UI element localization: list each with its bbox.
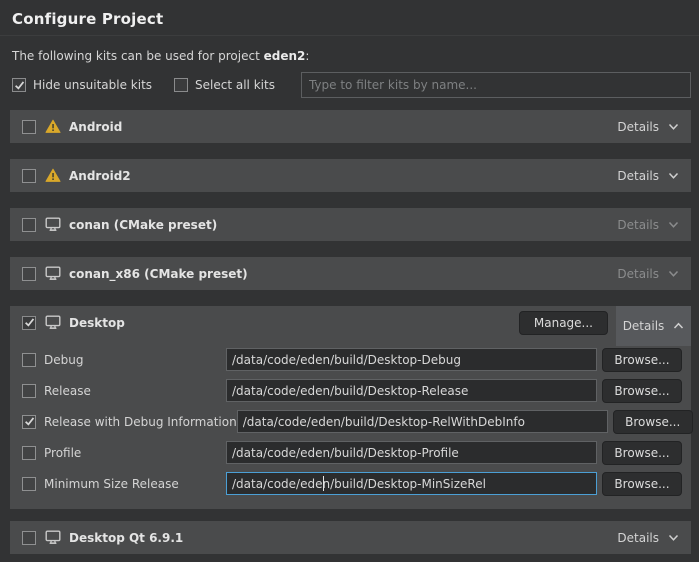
kit-name: conan_x86 (CMake preset) xyxy=(69,267,248,281)
kit-filter-controls: Hide unsuitable kits Select all kits xyxy=(12,72,691,98)
details-button[interactable]: Details xyxy=(615,531,681,545)
chevron-up-icon xyxy=(673,322,684,330)
project-name: eden2 xyxy=(264,49,306,63)
config-checkbox[interactable] xyxy=(22,384,36,398)
hide-unsuitable-kits-checkbox-group[interactable]: Hide unsuitable kits xyxy=(12,78,152,92)
details-label: Details xyxy=(617,169,659,183)
build-dir-input-minsizerel[interactable] xyxy=(226,472,597,495)
header-section: Configure Project The following kits can… xyxy=(0,0,699,98)
details-label: Details xyxy=(617,531,659,545)
kit-group-desktop: Desktop Manage... Details Debug Browse..… xyxy=(10,306,691,509)
kit-row-android2: Android2 Details xyxy=(10,159,691,192)
kit-name: conan (CMake preset) xyxy=(69,218,217,232)
config-label: Debug xyxy=(44,353,83,367)
build-dir-input-debug[interactable] xyxy=(226,348,597,371)
kit-checkbox[interactable] xyxy=(22,218,36,232)
details-button[interactable]: Details xyxy=(615,169,681,183)
browse-button[interactable]: Browse... xyxy=(602,441,682,465)
details-button[interactable]: Details xyxy=(615,120,681,134)
chevron-down-icon xyxy=(668,123,679,131)
details-label: Details xyxy=(617,218,659,232)
config-checkbox[interactable] xyxy=(22,415,36,429)
build-config-row-debug: Debug Browse... xyxy=(22,348,682,371)
config-label: Release xyxy=(44,384,91,398)
kit-checkbox[interactable] xyxy=(22,531,36,545)
kit-name: Desktop Qt 6.9.1 xyxy=(69,531,183,545)
kit-name: Desktop xyxy=(69,316,125,330)
desktop-icon xyxy=(45,217,61,232)
details-button[interactable]: Details xyxy=(615,267,681,281)
kit-row-conan: conan (CMake preset) Details xyxy=(10,208,691,241)
kit-row-conan-x86: conan_x86 (CMake preset) Details xyxy=(10,257,691,290)
build-config-row-minsizerel: Minimum Size Release Browse... xyxy=(22,472,682,495)
browse-button[interactable]: Browse... xyxy=(602,472,682,496)
hide-unsuitable-checkbox[interactable] xyxy=(12,78,26,92)
desktop-icon xyxy=(45,266,61,281)
browse-button[interactable]: Browse... xyxy=(602,379,682,403)
select-all-label: Select all kits xyxy=(195,78,275,92)
build-config-row-profile: Profile Browse... xyxy=(22,441,682,464)
kit-row-android: Android Details xyxy=(10,110,691,143)
browse-button[interactable]: Browse... xyxy=(602,348,682,372)
config-checkbox[interactable] xyxy=(22,446,36,460)
details-button-expanded[interactable]: Details xyxy=(616,306,691,346)
kit-name: Android xyxy=(69,120,122,134)
chevron-down-icon xyxy=(668,221,679,229)
check-icon xyxy=(24,416,35,427)
config-checkbox[interactable] xyxy=(22,353,36,367)
kit-list: Android Details Android2 Details xyxy=(10,110,691,554)
title-divider xyxy=(0,35,699,36)
details-label: Details xyxy=(623,319,665,333)
hide-unsuitable-label: Hide unsuitable kits xyxy=(33,78,152,92)
kit-checkbox[interactable] xyxy=(22,316,36,330)
config-label: Profile xyxy=(44,446,81,460)
config-label: Release with Debug Information xyxy=(44,415,237,429)
build-config-row-release: Release Browse... xyxy=(22,379,682,402)
build-dir-input-profile[interactable] xyxy=(226,441,597,464)
desktop-icon xyxy=(45,530,61,545)
chevron-down-icon xyxy=(668,270,679,278)
config-label: Minimum Size Release xyxy=(44,477,179,491)
check-icon xyxy=(24,317,35,328)
build-dir-input-release[interactable] xyxy=(226,379,597,402)
details-label: Details xyxy=(617,267,659,281)
kit-row-desktop: Desktop Manage... Details xyxy=(10,306,691,339)
build-config-row-relwithdebinfo: Release with Debug Information Browse... xyxy=(22,410,682,433)
manage-kits-button[interactable]: Manage... xyxy=(519,311,608,335)
kits-subtitle: The following kits can be used for proje… xyxy=(12,49,691,63)
subtitle-text: The following kits can be used for proje… xyxy=(12,49,264,63)
details-label: Details xyxy=(617,120,659,134)
browse-button[interactable]: Browse... xyxy=(613,410,693,434)
kit-row-desktop-qt-691: Desktop Qt 6.9.1 Details xyxy=(10,521,691,554)
kit-checkbox[interactable] xyxy=(22,120,36,134)
build-dir-input-relwithdebinfo[interactable] xyxy=(237,410,608,433)
details-button[interactable]: Details xyxy=(615,218,681,232)
kit-filter-input[interactable] xyxy=(301,72,691,98)
select-all-kits-checkbox-group[interactable]: Select all kits xyxy=(174,78,275,92)
config-checkbox[interactable] xyxy=(22,477,36,491)
check-icon xyxy=(14,80,25,91)
kit-checkbox[interactable] xyxy=(22,169,36,183)
warning-icon xyxy=(45,168,61,183)
warning-icon xyxy=(45,119,61,134)
select-all-checkbox[interactable] xyxy=(174,78,188,92)
subtitle-colon: : xyxy=(305,49,309,63)
kit-name: Android2 xyxy=(69,169,131,183)
desktop-icon xyxy=(45,315,61,330)
chevron-down-icon xyxy=(668,534,679,542)
page-title: Configure Project xyxy=(12,10,691,28)
text-caret xyxy=(323,476,324,491)
chevron-down-icon xyxy=(668,172,679,180)
kit-checkbox[interactable] xyxy=(22,267,36,281)
